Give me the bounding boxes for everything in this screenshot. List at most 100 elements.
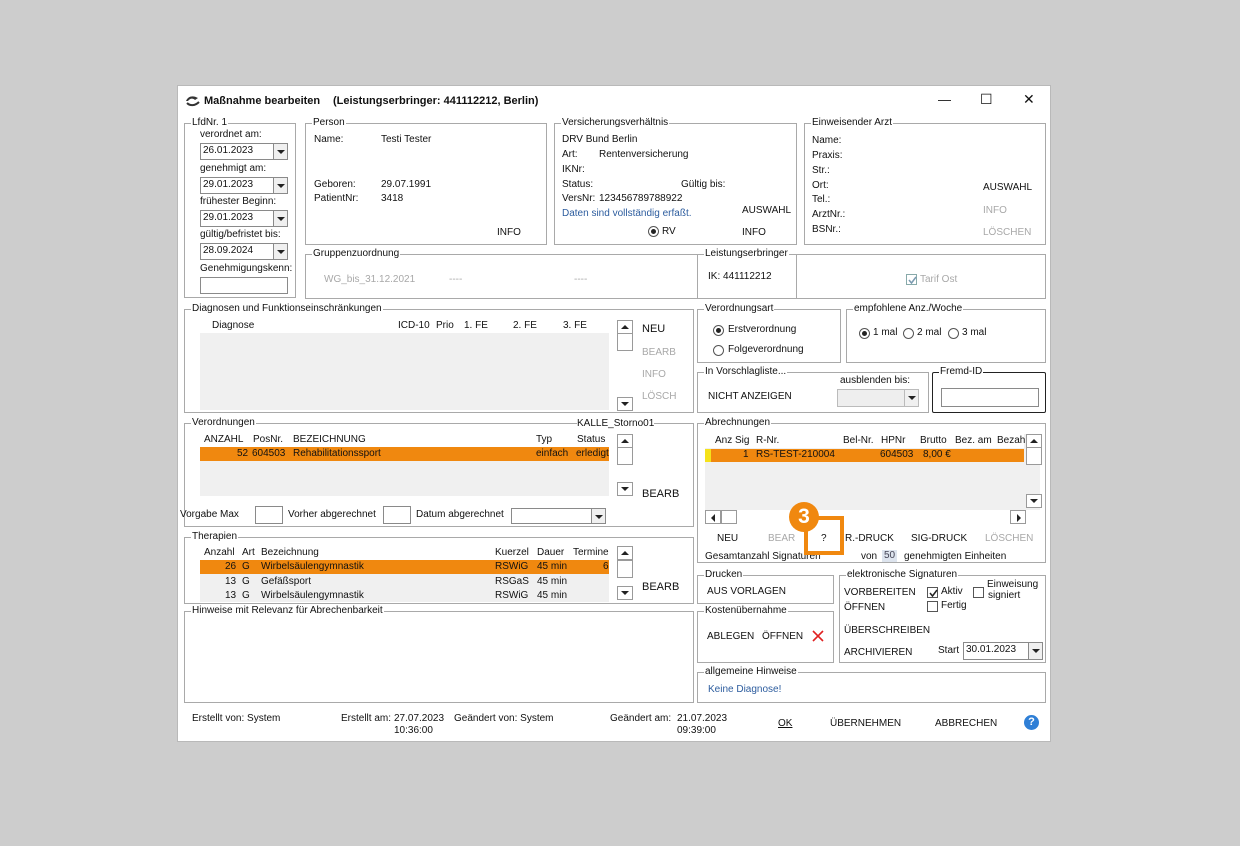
anzahl-2-radio[interactable] xyxy=(903,328,914,339)
datum-dropdown[interactable] xyxy=(511,508,606,524)
ueberschreiben-button[interactable]: ÜBERSCHREIBEN xyxy=(844,624,930,637)
scrollbar-thumb[interactable] xyxy=(617,333,633,351)
fertig-checkbox[interactable] xyxy=(927,601,938,612)
diagnose-neu-button[interactable]: NEU xyxy=(642,323,665,336)
minimize-button[interactable]: — xyxy=(938,92,951,108)
einweisung-checkbox[interactable] xyxy=(973,587,984,598)
person-info-button[interactable]: INFO xyxy=(497,226,521,239)
aktiv-checkbox[interactable] xyxy=(927,587,938,598)
archivieren-button[interactable]: ARCHIVIEREN xyxy=(844,646,912,659)
arzt-auswahl-button[interactable]: AUSWAHL xyxy=(983,181,1032,194)
gueltig-field[interactable]: 28.09.2024 xyxy=(200,243,288,260)
scroll-down-icon[interactable] xyxy=(617,586,633,600)
th-row-bez: Wirbelsäulengymnastik xyxy=(261,590,364,601)
rv-radio[interactable] xyxy=(648,226,659,237)
abbrechen-button[interactable]: ABBRECHEN xyxy=(935,717,997,730)
ablegen-button[interactable]: ABLEGEN xyxy=(707,630,754,643)
scroll-up-icon[interactable] xyxy=(617,546,633,560)
chevron-down-icon[interactable] xyxy=(904,390,918,406)
erstverordnung-radio[interactable] xyxy=(713,325,724,336)
patientnr-label: PatientNr: xyxy=(314,193,359,204)
abrechnung-bearb-button[interactable]: BEAR xyxy=(768,532,795,545)
maximize-button[interactable]: ☐ xyxy=(980,91,993,107)
fruehester-field[interactable]: 29.01.2023 xyxy=(200,210,288,227)
chevron-down-icon[interactable] xyxy=(273,144,287,159)
tarif-checkbox[interactable] xyxy=(906,274,917,285)
anzahl-1-radio[interactable] xyxy=(859,328,870,339)
versicherung-auswahl-button[interactable]: AUSWAHL xyxy=(742,204,791,217)
scrollbar-thumb[interactable] xyxy=(617,447,633,465)
uebernehmen-button[interactable]: ÜBERNEHMEN xyxy=(830,717,901,730)
help-icon[interactable]: ? xyxy=(1024,715,1039,730)
genehmigt-field[interactable]: 29.01.2023 xyxy=(200,177,288,194)
genehmigungskenn-field[interactable] xyxy=(200,277,288,294)
scroll-down-icon[interactable] xyxy=(1026,494,1042,508)
esig-oeffnen-button[interactable]: ÖFFNEN xyxy=(844,601,885,614)
scroll-left-icon[interactable] xyxy=(705,510,721,524)
scroll-right-icon[interactable] xyxy=(1010,510,1026,524)
abrechnung-neu-button[interactable]: NEU xyxy=(717,532,738,545)
vorbereiten-button[interactable]: VORBEREITEN xyxy=(844,586,916,599)
verordnung-bearb-button[interactable]: BEARB xyxy=(642,488,679,501)
kosten-oeffnen-button[interactable]: ÖFFNEN xyxy=(762,630,803,643)
geaendert-am-label: Geändert am: xyxy=(610,713,672,724)
anzahl-3-radio[interactable] xyxy=(948,328,959,339)
ausblenden-label: ausblenden bis: xyxy=(840,375,911,386)
erstverordnung-label: Erstverordnung xyxy=(728,324,797,335)
abr-row-anz: 1 xyxy=(743,449,749,460)
versnr-label: VersNr: xyxy=(562,193,596,204)
lfd-group: LfdNr. 1 verordnet am: 26.01.2023 genehm… xyxy=(184,117,296,298)
rdruck-button[interactable]: R.-DRUCK xyxy=(845,532,894,545)
aus-vorlagen-button[interactable]: AUS VORLAGEN xyxy=(707,585,786,598)
abrechnungen-legend: Abrechnungen xyxy=(704,417,772,429)
scroll-up-icon[interactable] xyxy=(617,434,633,448)
versicherung-info-button[interactable]: INFO xyxy=(742,226,766,239)
table-row[interactable] xyxy=(705,449,1024,462)
arzt-ort-label: Ort: xyxy=(812,180,829,191)
diagnosen-list[interactable] xyxy=(200,320,609,410)
scroll-down-icon[interactable] xyxy=(617,482,633,496)
ok-button[interactable]: OK xyxy=(778,717,792,730)
ausblenden-dropdown[interactable] xyxy=(837,389,919,407)
arzt-loeschen-button[interactable]: LÖSCHEN xyxy=(983,226,1031,239)
scroll-up-icon[interactable] xyxy=(617,320,633,334)
row-typ: einfach xyxy=(536,448,569,459)
hinweise-legend: Hinweise mit Relevanz für Abrechenbarkei… xyxy=(191,605,384,617)
gruppe-value: WG_bis_31.12.2021 xyxy=(324,274,416,285)
arzt-info-button[interactable]: INFO xyxy=(983,204,1007,217)
scroll-up-icon[interactable] xyxy=(1026,434,1042,448)
close-button[interactable]: ✕ xyxy=(1023,91,1035,107)
folgeverordnung-label: Folgeverordnung xyxy=(728,344,804,355)
fremd-id-input[interactable] xyxy=(941,388,1039,407)
scroll-down-icon[interactable] xyxy=(617,397,633,411)
abrechnung-loeschen-button[interactable]: LÖSCHEN xyxy=(985,532,1033,545)
th-row-bez: Wirbelsäulengymnastik xyxy=(261,561,364,572)
hscroll-thumb[interactable] xyxy=(721,510,737,524)
chevron-down-icon[interactable] xyxy=(591,509,605,523)
vorher-input[interactable] xyxy=(383,506,411,524)
chevron-down-icon[interactable] xyxy=(273,211,287,226)
chevron-down-icon[interactable] xyxy=(1028,643,1042,659)
fruehester-value: 29.01.2023 xyxy=(203,212,254,223)
anzahl-2-label: 2 mal xyxy=(917,327,942,338)
nicht-anzeigen-button[interactable]: NICHT ANZEIGEN xyxy=(708,390,792,403)
delete-x-icon[interactable] xyxy=(812,630,824,642)
th-row-anzahl: 13 xyxy=(225,590,237,601)
diagnose-bearb-button[interactable]: BEARB xyxy=(642,346,676,359)
chevron-down-icon[interactable] xyxy=(273,244,287,259)
scrollbar-thumb[interactable] xyxy=(1026,447,1042,465)
diagnose-loesch-button[interactable]: LÖSCH xyxy=(642,390,676,403)
chevron-down-icon[interactable] xyxy=(273,178,287,193)
versicherung-group: Versicherungsverhältnis DRV Bund Berlin … xyxy=(554,117,797,245)
sigdruck-button[interactable]: SIG-DRUCK xyxy=(911,532,967,545)
scrollbar-thumb[interactable] xyxy=(617,560,633,578)
verordnet-field[interactable]: 26.01.2023 xyxy=(200,143,288,160)
vorgabe-input[interactable] xyxy=(255,506,283,524)
diagnose-info-button[interactable]: INFO xyxy=(642,368,666,381)
folgeverordnung-radio[interactable] xyxy=(713,345,724,356)
therapie-bearb-button[interactable]: BEARB xyxy=(642,581,679,594)
leistungserbringer-legend: Leistungserbringer xyxy=(704,248,789,260)
start-date-field[interactable]: 30.01.2023 xyxy=(963,642,1043,660)
keine-diagnose-text: Keine Diagnose! xyxy=(708,684,782,695)
dialog-window: Maßnahme bearbeiten (Leistungserbringer:… xyxy=(177,85,1051,742)
